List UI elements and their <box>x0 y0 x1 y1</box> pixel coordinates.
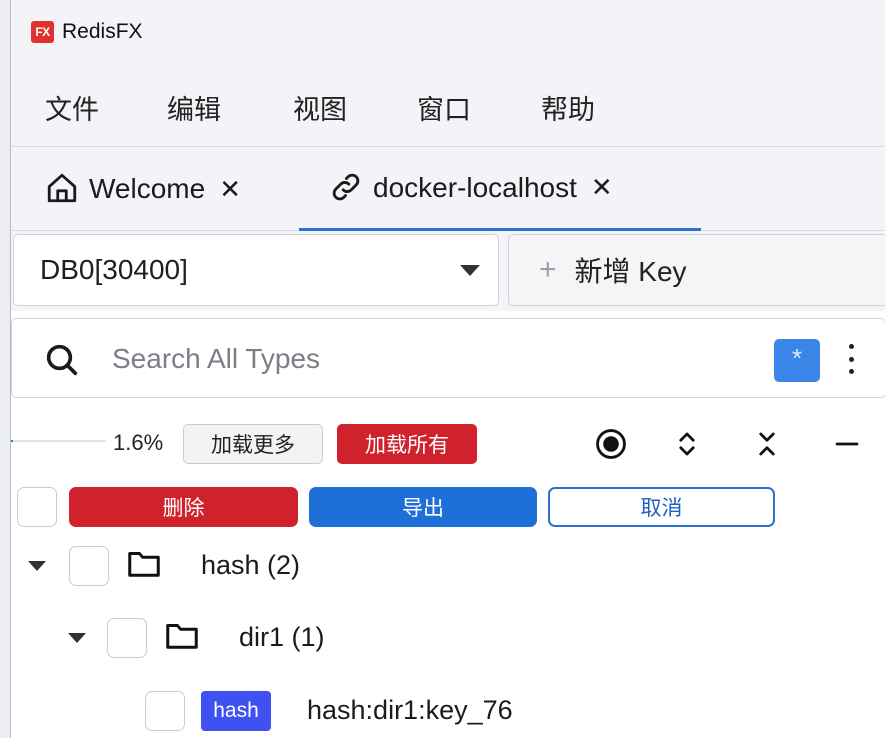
load-all-button[interactable]: 加载所有 <box>337 424 477 464</box>
tab-docker-localhost[interactable]: docker-localhost ✕ <box>299 147 701 231</box>
title-bar: FX RedisFX <box>11 0 885 64</box>
app-window: FX RedisFX 文件 编辑 视图 窗口 帮助 Welcome ✕ dock… <box>10 0 885 738</box>
menu-file[interactable]: 文件 <box>45 88 99 127</box>
tab-docker-localhost-close-icon[interactable]: ✕ <box>591 172 613 203</box>
folder-icon <box>163 618 201 659</box>
tree-item-checkbox[interactable] <box>107 618 147 658</box>
menu-edit[interactable]: 编辑 <box>167 88 221 127</box>
tree-item-checkbox[interactable] <box>69 546 109 586</box>
load-more-button[interactable]: 加载更多 <box>183 424 323 464</box>
link-icon <box>329 170 365 206</box>
load-row: 1.6% 加载更多 加载所有 <box>11 412 885 472</box>
locate-icon[interactable] <box>593 426 629 462</box>
menu-window[interactable]: 窗口 <box>417 88 471 127</box>
add-key-button[interactable]: + 新增 Key <box>508 234 885 306</box>
menu-help[interactable]: 帮助 <box>541 88 595 127</box>
app-title: RedisFX <box>62 20 143 43</box>
cancel-button[interactable]: 取消 <box>548 487 775 527</box>
db-select-value: DB0[30400] <box>40 254 188 285</box>
home-icon <box>45 171 81 207</box>
tab-welcome-label: Welcome <box>89 173 206 204</box>
delete-button[interactable]: 删除 <box>69 487 298 527</box>
load-progress-bar <box>11 440 106 442</box>
expand-caret-icon[interactable] <box>28 561 46 571</box>
tree-key-label: hash:dir1:key_76 <box>307 695 513 725</box>
regex-toggle-button[interactable]: * <box>774 339 820 382</box>
tab-bar: Welcome ✕ docker-localhost ✕ <box>11 147 885 231</box>
select-all-checkbox[interactable] <box>17 487 57 527</box>
db-toolbar: DB0[30400] + 新增 Key <box>11 231 885 311</box>
menu-view[interactable]: 视图 <box>293 88 347 127</box>
bulk-action-row: 删除 导出 取消 <box>11 484 885 530</box>
tree-folder-row[interactable]: hash (2) <box>11 536 885 596</box>
tree-item-checkbox[interactable] <box>145 691 185 731</box>
tree-folder-label: dir1 (1) <box>239 622 325 652</box>
menu-bar: 文件 编辑 视图 窗口 帮助 <box>11 64 885 147</box>
app-logo: FX <box>31 21 54 43</box>
expand-all-icon[interactable] <box>669 426 705 462</box>
collapse-all-icon[interactable] <box>749 426 785 462</box>
db-select[interactable]: DB0[30400] <box>13 234 499 306</box>
search-icon <box>42 340 82 380</box>
chevron-down-icon <box>460 265 480 276</box>
hash-type-badge: hash <box>201 691 271 731</box>
tree-folder-label: hash (2) <box>201 550 301 580</box>
tab-welcome[interactable]: Welcome ✕ <box>45 147 295 231</box>
minimize-panel-icon[interactable] <box>829 426 865 462</box>
tab-welcome-close-icon[interactable]: ✕ <box>219 174 241 205</box>
tree-folder-row[interactable]: dir1 (1) <box>11 608 885 668</box>
add-key-label: 新增 Key <box>574 256 687 287</box>
folder-icon <box>125 546 163 587</box>
export-button[interactable]: 导出 <box>309 487 537 527</box>
plus-icon: + <box>539 253 557 286</box>
more-options-icon[interactable] <box>845 339 857 379</box>
load-progress-fill <box>11 440 13 442</box>
search-input[interactable] <box>112 337 752 381</box>
load-progress-text: 1.6% <box>113 430 164 455</box>
expand-caret-icon[interactable] <box>68 633 86 643</box>
tab-docker-localhost-label: docker-localhost <box>373 171 577 203</box>
search-bar: * <box>11 318 885 398</box>
tree-key-row[interactable]: hash hash:dir1:key_76 <box>11 682 885 738</box>
